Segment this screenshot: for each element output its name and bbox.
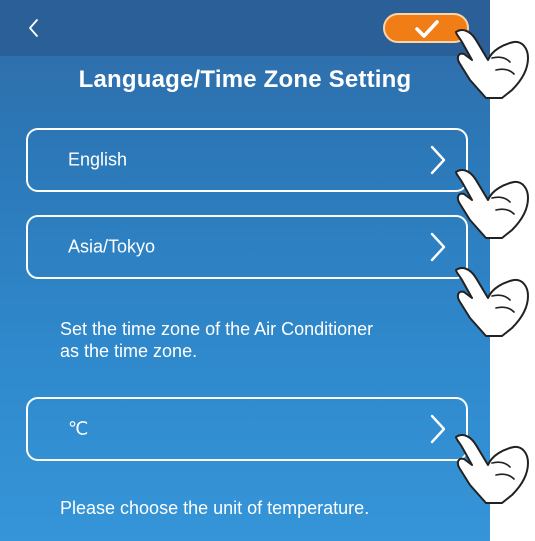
temperature-unit-selector[interactable]: ℃ — [26, 397, 468, 461]
timezone-hint-line-1: Set the time zone of the Air Conditioner — [60, 319, 374, 339]
language-value: English — [68, 149, 128, 170]
top-bar — [0, 0, 490, 56]
chevron-right-icon — [430, 145, 446, 175]
timezone-value: Asia/Tokyo — [68, 236, 156, 257]
chevron-left-icon — [29, 19, 38, 37]
temperature-unit-value: ℃ — [68, 418, 89, 439]
app-screen: Language/Time Zone Setting English Asia/… — [0, 0, 490, 541]
temperature-hint: Please choose the unit of temperature. — [60, 498, 370, 518]
page-title: Language/Time Zone Setting — [78, 66, 412, 93]
timezone-hint-line-2: as the time zone. — [60, 341, 198, 361]
chevron-right-icon — [430, 232, 446, 262]
chevron-right-icon — [430, 414, 446, 444]
confirm-button[interactable] — [383, 13, 469, 43]
timezone-hint: Set the time zone of the Air Conditioner… — [60, 318, 373, 362]
timezone-selector[interactable]: Asia/Tokyo — [26, 215, 468, 279]
back-button[interactable] — [20, 14, 48, 42]
checkmark-icon — [415, 20, 439, 38]
language-selector[interactable]: English — [26, 128, 468, 192]
